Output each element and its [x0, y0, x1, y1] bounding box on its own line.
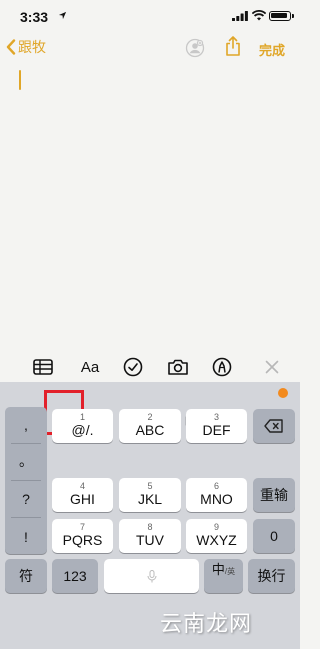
wifi-icon: [252, 10, 266, 21]
punct-period[interactable]: 。: [5, 451, 47, 471]
divider: [11, 443, 41, 444]
key-2[interactable]: 2 ABC: [119, 409, 181, 443]
table-icon: [33, 359, 53, 375]
delete-button[interactable]: [253, 409, 295, 443]
key-label: @/.: [71, 421, 94, 438]
close-icon: [265, 360, 279, 374]
key-number: 8: [147, 521, 153, 532]
key-label: PQRS: [62, 531, 103, 548]
table-button[interactable]: [32, 356, 54, 378]
key-7[interactable]: 7 PQRS: [52, 519, 113, 553]
close-toolbar-button[interactable]: [262, 356, 282, 378]
key-6[interactable]: 6 MNO: [186, 478, 247, 512]
punctuation-column[interactable]: , 。 ? !: [5, 407, 47, 554]
sogou-mascot-icon: [278, 388, 288, 398]
key-number: 4: [79, 480, 85, 491]
reenter-button[interactable]: 重输: [253, 478, 295, 512]
back-label: 跟牧: [18, 39, 46, 55]
key-label: DEF: [202, 421, 231, 438]
text-cursor: [19, 70, 21, 90]
back-button[interactable]: 跟牧: [6, 37, 46, 57]
punct-comma[interactable]: ,: [5, 417, 47, 433]
key-number: 1: [79, 411, 85, 422]
symbol-button[interactable]: 符: [5, 559, 47, 593]
punct-exclaim[interactable]: !: [5, 529, 47, 545]
key-number: 7: [79, 521, 85, 532]
camera-button[interactable]: [166, 356, 190, 378]
key-label: JKL: [137, 490, 163, 507]
key-3[interactable]: 3 DEF: [186, 409, 247, 443]
return-button[interactable]: 换行: [248, 559, 295, 593]
markup-button[interactable]: [211, 356, 233, 378]
key-label: GHI: [70, 490, 95, 507]
key-label: MNO: [200, 490, 233, 507]
chevron-left-icon: [6, 39, 16, 55]
key-number: 5: [147, 480, 153, 491]
lang-sub: /英: [224, 567, 236, 576]
share-icon[interactable]: [225, 36, 241, 56]
key-label: WXYZ: [196, 531, 237, 548]
key-4[interactable]: 4 GHI: [52, 478, 113, 512]
status-bar: 3:33: [0, 0, 300, 32]
microphone-icon: [147, 569, 156, 582]
punct-question[interactable]: ?: [5, 491, 47, 507]
key-8[interactable]: 8 TUV: [119, 519, 181, 553]
key-5[interactable]: 5 JKL: [119, 478, 181, 512]
key-number: 2: [147, 411, 153, 422]
language-switch-button[interactable]: 中 /英: [204, 559, 243, 593]
add-people-icon[interactable]: [185, 38, 205, 58]
divider: [11, 517, 41, 518]
key-1[interactable]: 1 @/.: [52, 409, 113, 443]
format-toolbar: Aa: [0, 352, 300, 382]
key-number: 3: [213, 411, 219, 422]
key-label: ABC: [135, 421, 165, 438]
battery-icon: [269, 11, 294, 21]
key-label: TUV: [136, 531, 164, 548]
done-button[interactable]: 完成: [259, 40, 285, 59]
key-0[interactable]: 0: [253, 519, 295, 553]
space-button[interactable]: [104, 559, 199, 593]
backspace-icon: [264, 419, 283, 433]
location-arrow-icon: [58, 11, 67, 20]
checkmark-circle-icon: [123, 357, 143, 377]
cellular-signal-icon: [232, 11, 248, 21]
divider: [11, 480, 41, 481]
status-time: 3:33: [20, 9, 49, 25]
note-editor[interactable]: [0, 62, 300, 352]
watermark: 云南龙网: [160, 612, 253, 637]
checklist-button[interactable]: [122, 356, 144, 378]
key-number: 6: [213, 480, 219, 491]
text-format-button[interactable]: Aa: [78, 356, 102, 378]
lang-main: 中: [211, 562, 225, 577]
nav-bar: 跟牧 完成: [0, 32, 300, 62]
key-number: 9: [213, 521, 219, 532]
pen-tip-icon: [212, 357, 232, 377]
numeric-button[interactable]: 123: [52, 559, 98, 593]
key-9[interactable]: 9 WXYZ: [186, 519, 247, 553]
camera-icon: [168, 359, 188, 375]
